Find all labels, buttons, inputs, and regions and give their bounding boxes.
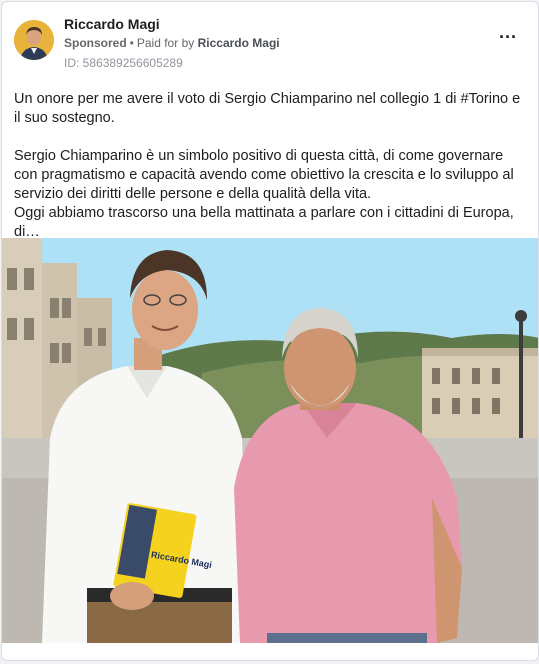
photo-scene: Riccardo Magi — [2, 238, 538, 643]
paid-for-by-name[interactable]: Riccardo Magi — [198, 36, 280, 50]
avatar-portrait-icon — [14, 20, 54, 60]
author-name[interactable]: Riccardo Magi — [64, 16, 160, 32]
post-header: Riccardo Magi Sponsored • Paid for by Ricc… — [2, 2, 538, 82]
more-options-icon[interactable]: ··· — [496, 28, 520, 50]
ad-post-card: Riccardo Magi Sponsored • Paid for by Ricc… — [1, 1, 539, 661]
sponsored-label: Sponsored — [64, 36, 127, 50]
separator-dot: • — [129, 36, 134, 50]
post-paragraph-1: Un onore per me avere il voto di Sergio … — [14, 91, 521, 126]
post-paragraph-2: Sergio Chiamparino è un simbolo positivo… — [14, 148, 514, 202]
author-avatar[interactable] — [14, 20, 54, 60]
sponsored-line: Sponsored • Paid for by Riccardo Magi — [64, 36, 280, 50]
paid-for-prefix: Paid for by — [136, 36, 195, 50]
post-paragraph-3[interactable]: Oggi abbiamo trascorso una bella mattina… — [14, 204, 526, 242]
post-photo[interactable]: Riccardo Magi — [2, 238, 538, 643]
post-text: Un onore per me avere il voto di Sergio … — [14, 90, 526, 242]
ad-id: ID: 586389256605289 — [64, 56, 183, 70]
